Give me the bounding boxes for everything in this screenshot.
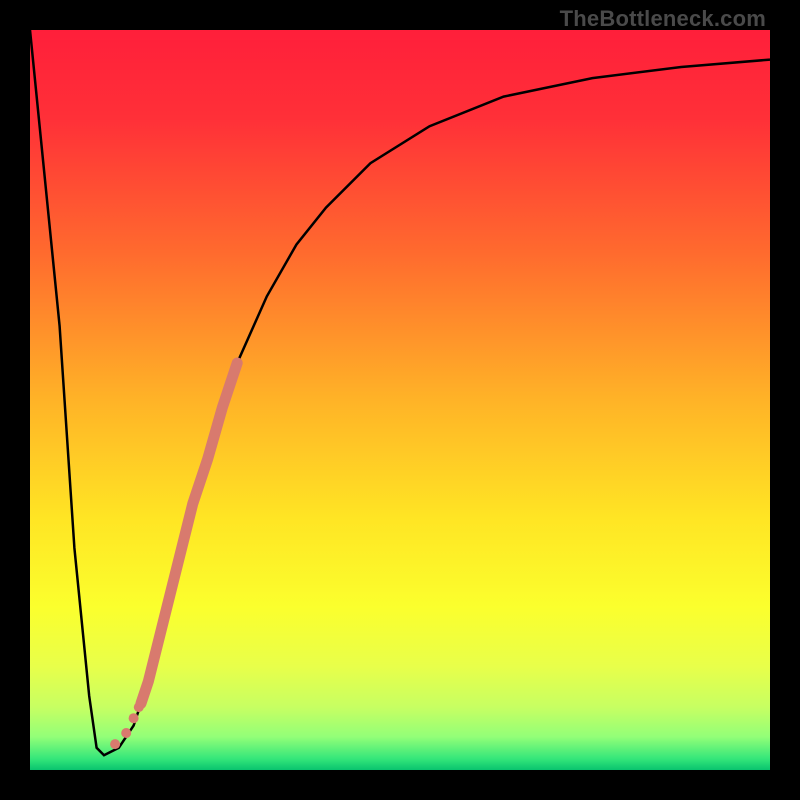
bottleneck-curve (30, 30, 770, 755)
watermark-text: TheBottleneck.com (560, 6, 766, 32)
chart-frame: TheBottleneck.com (0, 0, 800, 800)
highlight-points (110, 702, 144, 749)
plot-area (30, 30, 770, 770)
highlight-segment (141, 363, 237, 703)
chart-svg (30, 30, 770, 770)
